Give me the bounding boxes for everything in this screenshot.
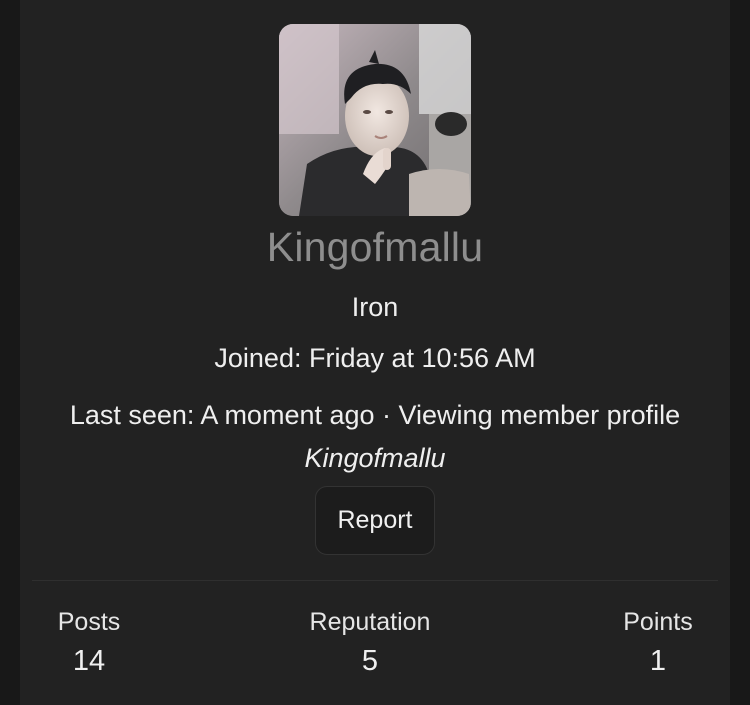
viewed-profile-link[interactable]: Kingofmallu <box>304 443 445 473</box>
avatar-photo <box>279 24 471 216</box>
user-rank: Iron <box>351 292 399 322</box>
username[interactable]: Kingofmallu <box>32 224 718 271</box>
stat-points-label: Points <box>623 608 693 636</box>
stat-posts[interactable]: Posts 14 <box>56 608 122 678</box>
last-seen-text: Last seen: A moment ago · Viewing member… <box>69 400 681 430</box>
stat-posts-value: 14 <box>72 645 106 677</box>
report-button[interactable]: Report <box>315 486 435 555</box>
stat-posts-label: Posts <box>57 608 121 636</box>
stat-points: Points 1 <box>618 608 698 678</box>
avatar[interactable] <box>279 24 471 216</box>
page-edge-right <box>730 0 750 705</box>
stat-reputation-label: Reputation <box>309 608 431 636</box>
stat-reputation: Reputation 5 <box>302 608 438 678</box>
last-seen-status: Last seen: A moment ago · Viewing member… <box>62 394 688 480</box>
joined-date: Joined: Friday at 10:56 AM <box>214 343 536 373</box>
page-edge-left <box>0 0 20 705</box>
profile-header: Kingofmallu Iron Joined: Friday at 10:56… <box>32 0 718 581</box>
member-profile-card: Kingofmallu Iron Joined: Friday at 10:56… <box>20 0 730 705</box>
stat-points-value: 1 <box>649 645 667 677</box>
stat-reputation-value: 5 <box>361 645 379 677</box>
